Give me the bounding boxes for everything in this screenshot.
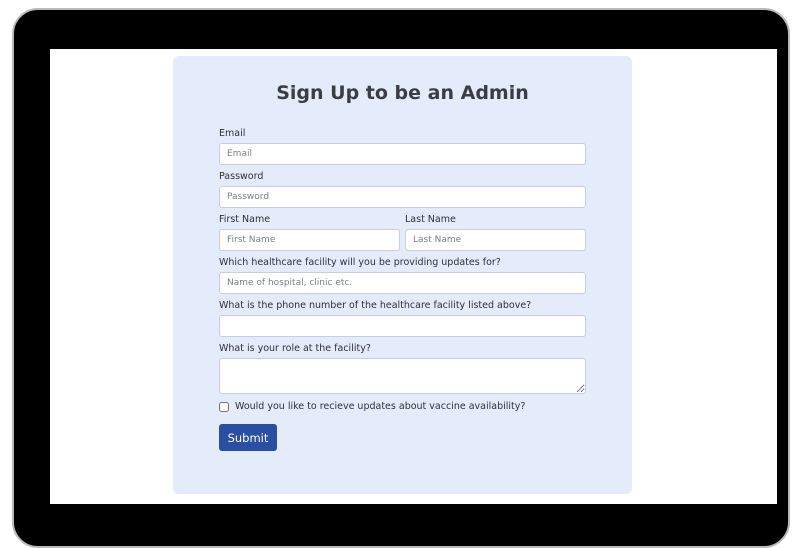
email-label: Email	[219, 128, 246, 139]
browser-viewport: Sign Up to be an Admin Email Password Fi…	[50, 49, 777, 504]
updates-opt-in-checkbox[interactable]	[219, 401, 229, 412]
updates-opt-in-row: Would you like to recieve updates about …	[219, 401, 525, 412]
form-title: Sign Up to be an Admin	[276, 82, 529, 104]
submit-button[interactable]: Submit	[219, 424, 277, 451]
role-textarea[interactable]	[219, 358, 586, 394]
phone-input[interactable]	[219, 315, 586, 337]
email-input[interactable]	[219, 143, 586, 165]
first-name-label: First Name	[219, 214, 271, 225]
updates-opt-in-label: Would you like to recieve updates about …	[235, 401, 526, 412]
phone-label: What is the phone number of the healthca…	[219, 300, 532, 311]
facility-label: Which healthcare facility will you be pr…	[219, 257, 501, 268]
device-frame: Sign Up to be an Admin Email Password Fi…	[12, 8, 790, 548]
role-label: What is your role at the facility?	[219, 343, 371, 354]
admin-signup-form: Sign Up to be an Admin Email Password Fi…	[173, 56, 632, 494]
facility-input[interactable]	[219, 272, 586, 294]
last-name-input[interactable]	[405, 229, 586, 251]
password-input[interactable]	[219, 186, 586, 208]
first-name-input[interactable]	[219, 229, 400, 251]
password-label: Password	[219, 171, 264, 182]
last-name-label: Last Name	[405, 214, 456, 225]
